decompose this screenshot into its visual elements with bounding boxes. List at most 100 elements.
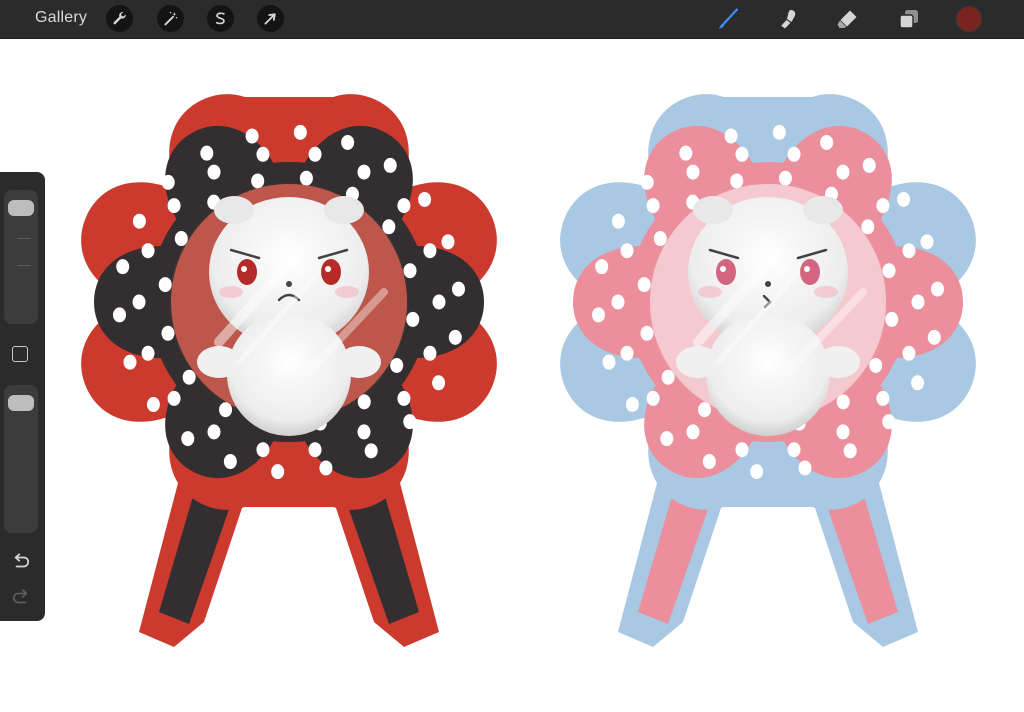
selection-s-icon <box>215 12 225 25</box>
polka-dot <box>702 454 716 470</box>
polka-dot <box>200 145 214 161</box>
transform-button[interactable] <box>257 5 284 32</box>
polka-dot <box>423 345 437 361</box>
polka-dot <box>787 146 801 162</box>
polka-dot <box>611 213 625 229</box>
polka-dot <box>820 134 834 150</box>
polka-dot <box>181 431 195 447</box>
red-black-rosette-group <box>81 94 497 647</box>
polka-dot <box>271 464 285 480</box>
polka-dot <box>735 146 749 162</box>
polka-dot <box>902 345 916 361</box>
polka-dot <box>418 191 432 207</box>
polka-dot <box>836 424 850 440</box>
eraser-icon <box>837 10 857 28</box>
polka-dot <box>625 397 639 413</box>
polka-dot <box>885 311 899 327</box>
eraser-tool-button[interactable] <box>833 5 861 33</box>
drawing-canvas[interactable] <box>0 39 1024 712</box>
polka-dot <box>256 146 270 162</box>
polka-dot <box>319 460 333 476</box>
polka-dot <box>383 157 397 173</box>
polka-dot <box>397 198 411 214</box>
polka-dot <box>750 464 764 480</box>
polka-dot <box>620 345 634 361</box>
polka-dot <box>308 442 322 458</box>
wrench-icon <box>113 12 126 25</box>
polka-dot <box>132 294 146 310</box>
polka-dot <box>441 234 455 250</box>
polka-dot <box>931 281 945 297</box>
smudge-finger-icon <box>781 10 796 29</box>
polka-dot <box>293 124 307 140</box>
polka-dot <box>724 128 738 144</box>
polka-dot <box>161 174 175 190</box>
polka-dot <box>787 442 801 458</box>
polka-dot <box>772 124 786 140</box>
magic-wand-icon <box>164 11 178 26</box>
polka-dot <box>432 375 446 391</box>
polka-dot <box>686 164 700 180</box>
polka-dot <box>146 397 160 413</box>
polka-dot <box>646 390 660 406</box>
polka-dot <box>920 234 934 250</box>
polka-dot <box>660 431 674 447</box>
polka-dot <box>116 259 130 275</box>
polka-dot <box>207 164 221 180</box>
polka-dot <box>798 460 812 476</box>
brush-icon <box>719 8 739 29</box>
polka-dot <box>123 354 137 370</box>
polka-dot <box>406 311 420 327</box>
polka-dot <box>167 390 181 406</box>
polka-dot <box>902 243 916 259</box>
polka-dot <box>308 146 322 162</box>
polka-dot <box>141 345 155 361</box>
polka-dot <box>911 375 925 391</box>
color-swatch[interactable] <box>957 7 981 31</box>
polka-dot <box>432 294 446 310</box>
polka-dot <box>357 424 371 440</box>
polka-dot <box>602 354 616 370</box>
polka-dot <box>423 243 437 259</box>
adjustments-button[interactable] <box>157 5 184 32</box>
arrow-cursor-icon <box>264 13 276 25</box>
polka-dot <box>223 454 237 470</box>
gallery-button[interactable]: Gallery <box>35 9 87 27</box>
polka-dot <box>167 198 181 214</box>
polka-dot <box>141 243 155 259</box>
blue-pink-rosette-group <box>560 94 976 647</box>
polka-dot <box>448 329 462 345</box>
polka-dot <box>132 213 146 229</box>
polka-dot <box>646 198 660 214</box>
polka-dot <box>640 174 654 190</box>
polka-dot <box>595 259 609 275</box>
polka-dot <box>911 294 925 310</box>
polka-dot <box>207 424 221 440</box>
actions-button[interactable] <box>106 5 133 32</box>
brush-tool-button[interactable] <box>714 5 742 33</box>
polka-dot <box>357 164 371 180</box>
polka-dot <box>876 390 890 406</box>
polka-dot <box>452 281 466 297</box>
polka-dot <box>897 191 911 207</box>
polka-dot <box>591 307 605 323</box>
polka-dot <box>836 164 850 180</box>
polka-dot <box>245 128 259 144</box>
polka-dot <box>876 198 890 214</box>
polka-dot <box>620 243 634 259</box>
layers-button[interactable] <box>895 5 923 33</box>
polka-dot <box>686 424 700 440</box>
polka-dot <box>256 442 270 458</box>
polka-dot <box>364 443 378 459</box>
layers-icon <box>899 10 918 29</box>
polka-dot <box>882 414 896 430</box>
smudge-tool-button[interactable] <box>774 5 802 33</box>
top-toolbar: Gallery <box>0 0 1024 39</box>
polka-dot <box>341 134 355 150</box>
polka-dot <box>862 157 876 173</box>
selection-button[interactable] <box>207 5 234 32</box>
polka-dot <box>679 145 693 161</box>
polka-dot <box>158 277 172 293</box>
polka-dot <box>927 329 941 345</box>
polka-dot <box>637 277 651 293</box>
